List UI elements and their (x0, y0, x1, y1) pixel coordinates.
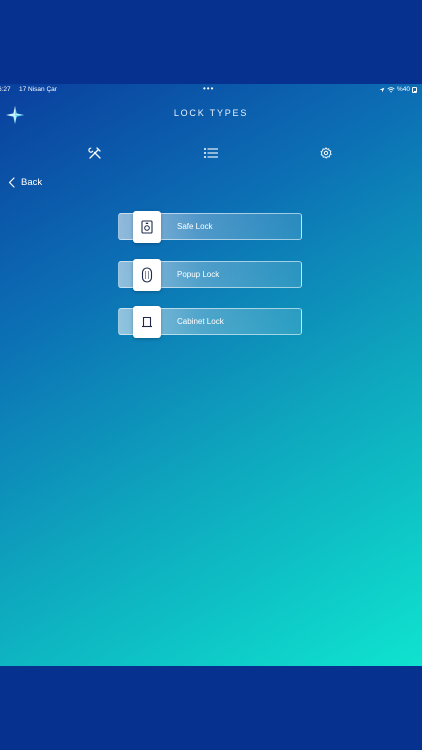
status-bar: 6:27 17 Nisan Çar ••• %40 (0, 84, 422, 96)
lock-type-label: Popup Lock (177, 270, 220, 279)
status-date: 17 Nisan Çar (19, 86, 57, 93)
safe-icon (141, 220, 153, 234)
multitasking-dots[interactable]: ••• (203, 84, 214, 95)
back-button[interactable]: Back (8, 177, 42, 188)
lock-icon-tile (133, 259, 161, 291)
cabinet-icon (142, 316, 152, 328)
chevron-left-icon (8, 177, 15, 188)
location-arrow-icon (379, 87, 385, 93)
battery-icon (412, 87, 417, 93)
popup-lock-icon (141, 267, 153, 283)
lock-type-label: Safe Lock (177, 222, 213, 231)
lock-type-label: Cabinet Lock (177, 317, 224, 326)
app-screen: 6:27 17 Nisan Çar ••• %40 LOCK TYPE (0, 84, 422, 666)
tools-icon[interactable] (88, 146, 102, 160)
status-time: 6:27 (0, 86, 11, 93)
lock-icon-tile (133, 306, 161, 338)
lock-type-cabinet-lock[interactable]: Cabinet Lock (118, 306, 302, 338)
lock-type-safe-lock[interactable]: Safe Lock (118, 211, 302, 243)
list-icon[interactable] (203, 146, 219, 160)
battery-percent: %40 (396, 86, 410, 93)
page-title: LOCK TYPES (173, 108, 249, 118)
lock-icon-tile (133, 211, 161, 243)
gear-icon[interactable] (320, 147, 332, 159)
status-right: %40 (379, 84, 417, 96)
wifi-icon (387, 87, 395, 93)
lock-type-popup-lock[interactable]: Popup Lock (118, 259, 302, 291)
back-label: Back (21, 177, 43, 188)
